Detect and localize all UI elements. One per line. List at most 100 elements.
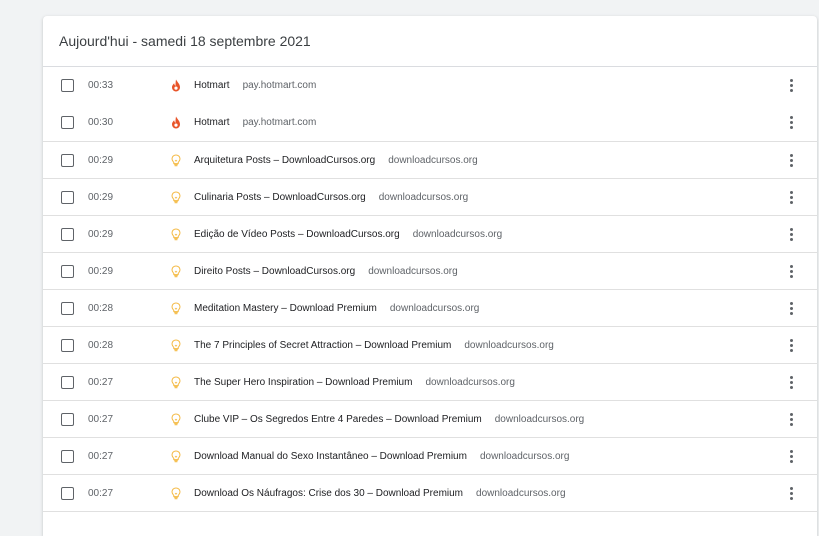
select-checkbox[interactable] <box>61 264 74 278</box>
select-checkbox[interactable] <box>61 375 74 389</box>
history-entry: 00:28 The 7 Principles of Secret Attract… <box>43 326 817 363</box>
entry-link[interactable]: Hotmart pay.hotmart.com <box>194 117 316 128</box>
entry-domain: downloadcursos.org <box>378 191 469 203</box>
entry-title[interactable]: Download Os Náufragos: Crise dos 30 – Do… <box>194 488 463 499</box>
more-actions-icon[interactable] <box>785 300 797 316</box>
entry-title[interactable]: Hotmart <box>194 80 230 91</box>
entry-domain: downloadcursos.org <box>494 413 585 425</box>
entry-time: 00:33 <box>88 80 114 91</box>
lightbulb-icon <box>169 264 183 278</box>
more-actions-icon[interactable] <box>785 115 797 131</box>
list-divider <box>43 511 817 512</box>
day-header: Aujourd'hui - samedi 18 septembre 2021 <box>43 16 817 67</box>
history-entry: 00:33 Hotmart pay.hotmart.com <box>43 67 817 104</box>
history-day-card: Aujourd'hui - samedi 18 septembre 2021 0… <box>43 16 817 536</box>
entry-title[interactable]: The 7 Principles of Secret Attraction – … <box>194 340 451 351</box>
day-title: Aujourd'hui - samedi 18 septembre 2021 <box>59 33 311 49</box>
history-entry: 00:27 Download Manual do Sexo Instantâne… <box>43 437 817 474</box>
entry-title[interactable]: Direito Posts – DownloadCursos.org <box>194 266 355 277</box>
entry-domain: pay.hotmart.com <box>242 80 317 91</box>
select-checkbox[interactable] <box>61 449 74 463</box>
entry-domain: pay.hotmart.com <box>242 117 317 128</box>
select-checkbox[interactable] <box>61 190 74 204</box>
select-checkbox[interactable] <box>61 486 74 500</box>
entry-domain: downloadcursos.org <box>464 339 554 351</box>
lightbulb-icon <box>169 227 183 241</box>
history-entry: 00:29 Arquitetura Posts – DownloadCursos… <box>43 141 817 178</box>
hotmart-flame-icon <box>169 79 183 93</box>
lightbulb-icon <box>169 338 183 352</box>
entry-domain: downloadcursos.org <box>425 376 515 388</box>
more-actions-icon[interactable] <box>785 152 797 168</box>
entry-title[interactable]: Culinaria Posts – DownloadCursos.org <box>194 192 366 203</box>
lightbulb-icon <box>169 190 183 204</box>
history-list: 00:33 Hotmart pay.hotmart.com 00:30 Hotm… <box>43 67 817 511</box>
lightbulb-icon <box>169 449 183 463</box>
more-actions-icon[interactable] <box>785 226 797 242</box>
select-checkbox[interactable] <box>61 153 74 167</box>
entry-link[interactable]: Clube VIP – Os Segredos Entre 4 Paredes … <box>194 414 584 425</box>
entry-time: 00:29 <box>88 228 114 240</box>
select-checkbox[interactable] <box>61 301 74 315</box>
entry-title[interactable]: The Super Hero Inspiration – Download Pr… <box>194 377 412 388</box>
lightbulb-icon <box>169 153 183 167</box>
hotmart-flame-icon <box>169 116 183 130</box>
entry-domain: downloadcursos.org <box>412 228 503 240</box>
entry-time: 00:27 <box>88 450 114 462</box>
more-actions-icon[interactable] <box>785 411 797 427</box>
entry-link[interactable]: Download Manual do Sexo Instantâneo – Do… <box>194 451 569 462</box>
entry-time: 00:27 <box>88 487 114 499</box>
entry-link[interactable]: Hotmart pay.hotmart.com <box>194 80 316 91</box>
select-checkbox[interactable] <box>61 227 74 241</box>
lightbulb-icon <box>169 486 183 500</box>
entry-title[interactable]: Edição de Vídeo Posts – DownloadCursos.o… <box>194 229 400 240</box>
entry-title[interactable]: Clube VIP – Os Segredos Entre 4 Paredes … <box>194 414 482 425</box>
more-actions-icon[interactable] <box>785 485 797 501</box>
entry-time: 00:29 <box>88 191 114 203</box>
entry-title[interactable]: Arquitetura Posts – DownloadCursos.org <box>194 155 375 166</box>
select-checkbox[interactable] <box>61 79 74 92</box>
entry-domain: downloadcursos.org <box>479 450 570 462</box>
history-entry: 00:28 Meditation Mastery – Download Prem… <box>43 289 817 326</box>
entry-link[interactable]: Direito Posts – DownloadCursos.org downl… <box>194 266 458 277</box>
entry-time: 00:29 <box>88 154 114 166</box>
lightbulb-icon <box>169 301 183 315</box>
entry-domain: downloadcursos.org <box>388 154 478 166</box>
history-entry: 00:27 The Super Hero Inspiration – Downl… <box>43 363 817 400</box>
history-entry: 00:29 Culinaria Posts – DownloadCursos.o… <box>43 178 817 215</box>
more-actions-icon[interactable] <box>785 374 797 390</box>
entry-link[interactable]: Edição de Vídeo Posts – DownloadCursos.o… <box>194 229 502 240</box>
entry-title[interactable]: Meditation Mastery – Download Premium <box>194 303 377 314</box>
more-actions-icon[interactable] <box>785 448 797 464</box>
entry-time: 00:30 <box>88 117 114 128</box>
entry-domain: downloadcursos.org <box>476 487 566 499</box>
entry-time: 00:28 <box>88 302 114 314</box>
select-checkbox[interactable] <box>61 116 74 129</box>
entry-link[interactable]: Meditation Mastery – Download Premium do… <box>194 303 479 314</box>
more-actions-icon[interactable] <box>785 189 797 205</box>
entry-time: 00:29 <box>88 265 114 277</box>
entry-domain: downloadcursos.org <box>368 265 458 277</box>
select-checkbox[interactable] <box>61 338 74 352</box>
entry-link[interactable]: Culinaria Posts – DownloadCursos.org dow… <box>194 192 468 203</box>
lightbulb-icon <box>169 375 183 389</box>
entry-time: 00:28 <box>88 339 114 351</box>
select-checkbox[interactable] <box>61 412 74 426</box>
entry-link[interactable]: Download Os Náufragos: Crise dos 30 – Do… <box>194 488 566 499</box>
entry-time: 00:27 <box>88 413 114 425</box>
more-actions-icon[interactable] <box>785 337 797 353</box>
history-entry: 00:30 Hotmart pay.hotmart.com <box>43 104 817 141</box>
entry-link[interactable]: Arquitetura Posts – DownloadCursos.org d… <box>194 155 478 166</box>
history-entry: 00:29 Direito Posts – DownloadCursos.org… <box>43 252 817 289</box>
entry-link[interactable]: The 7 Principles of Secret Attraction – … <box>194 340 554 351</box>
history-entry: 00:29 Edição de Vídeo Posts – DownloadCu… <box>43 215 817 252</box>
more-actions-icon[interactable] <box>785 263 797 279</box>
history-entry: 00:27 Download Os Náufragos: Crise dos 3… <box>43 474 817 511</box>
entry-link[interactable]: The Super Hero Inspiration – Download Pr… <box>194 377 515 388</box>
history-entry: 00:27 Clube VIP – Os Segredos Entre 4 Pa… <box>43 400 817 437</box>
more-actions-icon[interactable] <box>785 78 797 94</box>
entry-time: 00:27 <box>88 376 114 388</box>
entry-domain: downloadcursos.org <box>389 302 480 314</box>
entry-title[interactable]: Hotmart <box>194 117 230 128</box>
entry-title[interactable]: Download Manual do Sexo Instantâneo – Do… <box>194 451 467 462</box>
